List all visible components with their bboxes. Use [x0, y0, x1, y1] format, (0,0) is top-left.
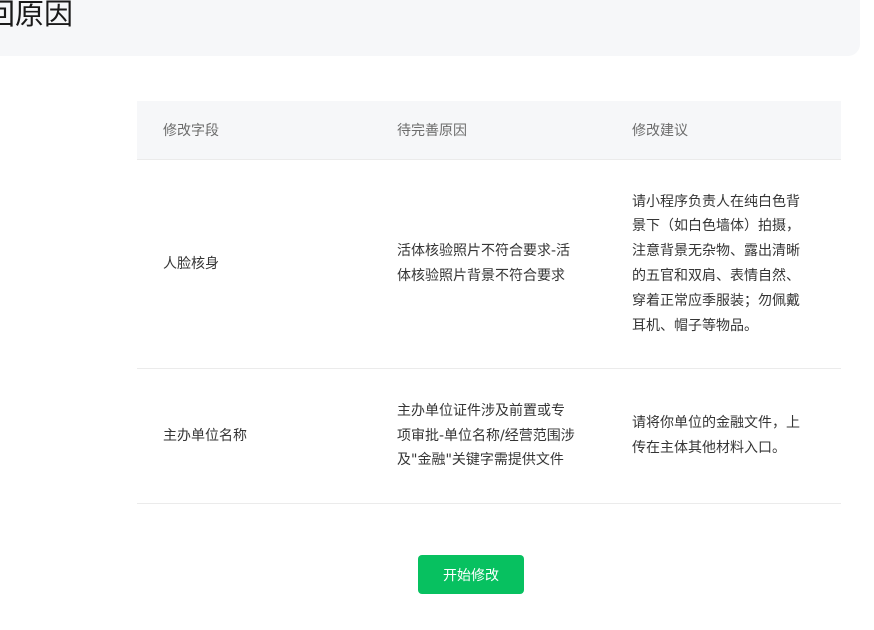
header-reason: 待完善原因 — [397, 123, 467, 139]
page: 回原因 修改字段 待完善原因 修改建议 人脸核身 活体核验照片不符合要求-活体核… — [0, 0, 874, 630]
table-row: 主办单位名称 主办单位证件涉及前置或专项审批-单位名称/经营范围涉及"金融"关键… — [137, 369, 841, 504]
start-edit-button[interactable]: 开始修改 — [418, 555, 524, 594]
revision-table: 修改字段 待完善原因 修改建议 人脸核身 活体核验照片不符合要求-活体核验照片背… — [137, 101, 841, 504]
header-field: 修改字段 — [163, 123, 219, 139]
cell-field: 人脸核身 — [163, 255, 219, 272]
header-suggestion: 修改建议 — [632, 123, 688, 139]
table-header: 修改字段 待完善原因 修改建议 — [137, 101, 841, 160]
cell-suggestion: 请将你单位的金融文件，上传在主体其他材料入口。 — [632, 415, 800, 456]
header-card — [0, 0, 860, 56]
table-row: 人脸核身 活体核验照片不符合要求-活体核验照片背景不符合要求 请小程序负责人在纯… — [137, 160, 841, 369]
page-title: 回原因 — [0, 0, 74, 31]
cell-suggestion: 请小程序负责人在纯白色背景下（如白色墙体）拍摄，注意背景无杂物、露出清晰的五官和… — [632, 193, 800, 334]
cell-field: 主办单位名称 — [163, 427, 247, 444]
cell-reason: 活体核验照片不符合要求-活体核验照片背景不符合要求 — [397, 243, 571, 284]
cell-reason: 主办单位证件涉及前置或专项审批-单位名称/经营范围涉及"金融"关键字需提供文件 — [397, 402, 575, 469]
